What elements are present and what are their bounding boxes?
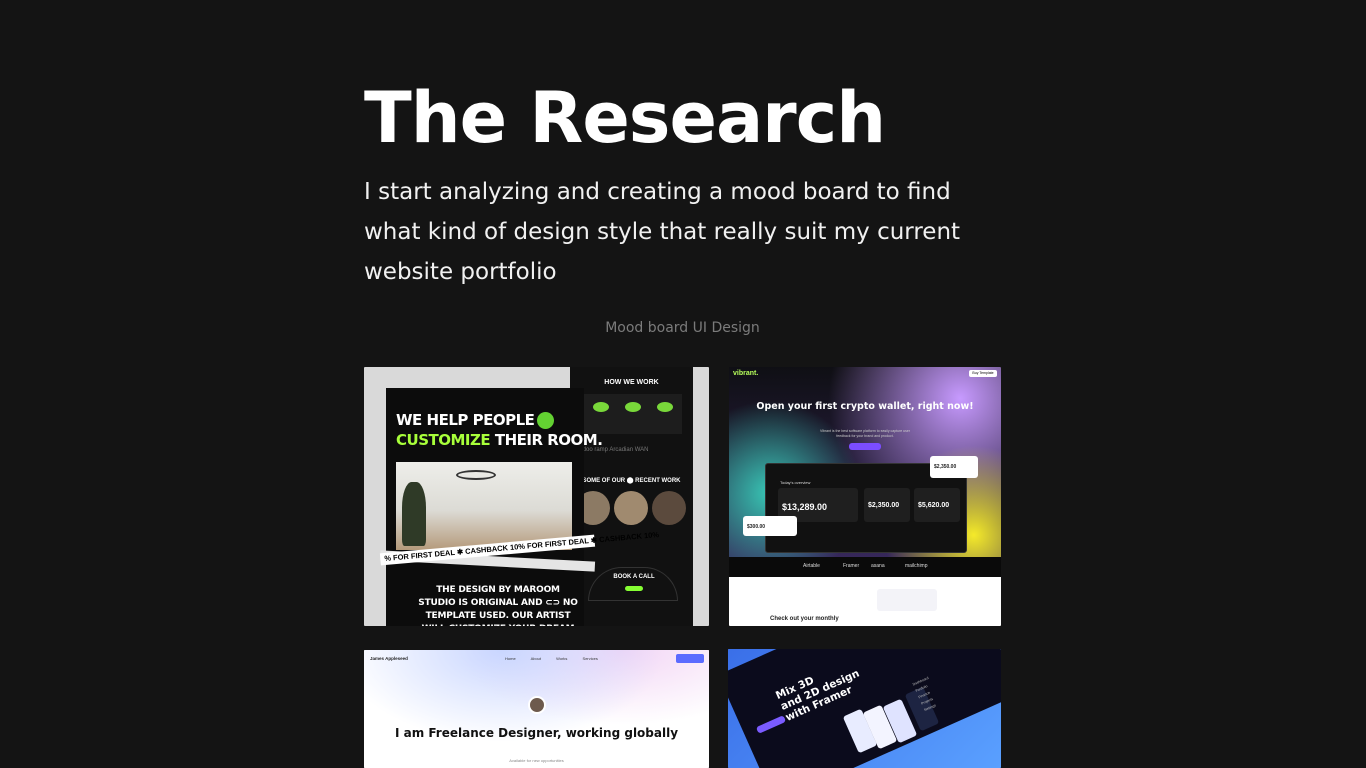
avatar: [528, 696, 546, 714]
vibrant-logo: vibrant.: [733, 370, 759, 377]
vibrant-cta-button: [849, 443, 881, 450]
maroom-side-title: HOW WE WORK: [604, 379, 659, 386]
vibrant-brand-logo: Airtable: [803, 563, 820, 569]
maroom-headline-line-1: WE HELP PEOPLE: [396, 411, 535, 429]
vibrant-stat-card: $5,620.00: [914, 488, 960, 522]
globe-icon: [537, 412, 555, 429]
lamp-image: [456, 470, 496, 480]
moodboard-image-freelance: James Appleseed Home About Works Service…: [364, 650, 709, 768]
freelance-site-name: James Appleseed: [370, 656, 408, 661]
vibrant-mini-card: [877, 589, 937, 611]
moodboard-caption: Mood board UI Design: [605, 320, 760, 336]
vibrant-brand-logo: asana: [871, 563, 885, 569]
maroom-main-panel: WE HELP PEOPLE CUSTOMIZE THEIR ROOM. % F…: [379, 388, 659, 626]
maroom-headline-accent: CUSTOMIZE: [396, 431, 491, 449]
vibrant-subtext: Vibrant is the best software platform to…: [819, 429, 910, 438]
section-heading: The Research: [364, 77, 886, 159]
vibrant-stat-card: $2,350.00: [864, 488, 910, 522]
maroom-work-thumb: [614, 491, 648, 525]
maroom-recent-title: SOME OF OUR ⬤ RECENT WORK: [582, 478, 681, 484]
vibrant-overview-label: Today's overview: [780, 480, 811, 485]
maroom-step-card: [616, 394, 650, 434]
vibrant-popup-value: $300.00: [747, 524, 766, 530]
freelance-contact-button: [676, 654, 704, 663]
vibrant-logo-strip: Airtable Framer asana mailchimp: [729, 557, 1001, 577]
freelance-subtext: Available for new opportunities: [509, 758, 564, 763]
maroom-step-card: [648, 394, 682, 434]
maroom-book-call-button: [625, 586, 643, 591]
maroom-book-call: BOOK A CALL: [588, 567, 678, 601]
maroom-body-text: THE DESIGN BY MAROOM STUDIO IS ORIGINAL …: [418, 585, 578, 626]
section-description: I start analyzing and creating a mood bo…: [364, 179, 961, 285]
vibrant-brand-logo: mailchimp: [905, 563, 928, 569]
plant-image: [402, 482, 426, 546]
vibrant-lower-section: Check out your monthly: [729, 577, 1001, 626]
freelance-nav: Home About Works Services: [505, 656, 612, 661]
vibrant-stat-value: $2,350.00: [868, 502, 900, 509]
freelance-nav-item: Home: [505, 656, 516, 661]
maroom-headline: WE HELP PEOPLE CUSTOMIZE THEIR ROOM.: [396, 410, 603, 450]
moodboard-image-maroom: HOW WE WORK badoo ramp Arcadian WAN SOME…: [364, 367, 709, 626]
vibrant-buy-button: Buy Template: [969, 370, 997, 377]
freelance-nav-item: Works: [556, 656, 568, 661]
vibrant-stat-value: $13,289.00: [782, 502, 828, 512]
maroom-room-photo: [396, 462, 572, 550]
vibrant-popup-card: $2,350.00: [930, 456, 978, 478]
vibrant-headline: Open your first crypto wallet, right now…: [756, 401, 974, 412]
vibrant-popup-card: $300.00: [743, 516, 797, 536]
maroom-work-thumb: [652, 491, 686, 525]
vibrant-monthly-label: Check out your monthly: [770, 616, 839, 622]
maroom-headline-rest: THEIR ROOM.: [494, 431, 603, 449]
freelance-nav-item: About: [530, 656, 542, 661]
vibrant-brand-logo: Framer: [843, 563, 860, 569]
maroom-book-call-label: BOOK A CALL: [613, 574, 655, 580]
freelance-headline: I am Freelance Designer, working globall…: [394, 726, 679, 740]
vibrant-stat-value: $5,620.00: [918, 502, 950, 509]
maroom-side-panel: HOW WE WORK badoo ramp Arcadian WAN SOME…: [570, 367, 693, 626]
freelance-nav-item: Services: [582, 656, 598, 661]
vibrant-popup-value: $2,350.00: [934, 464, 957, 470]
moodboard-image-framer: Mix 3D and 2D design with Framer Dashboa…: [728, 649, 1001, 768]
moodboard-image-vibrant: vibrant. Buy Template Open your first cr…: [729, 367, 1001, 626]
